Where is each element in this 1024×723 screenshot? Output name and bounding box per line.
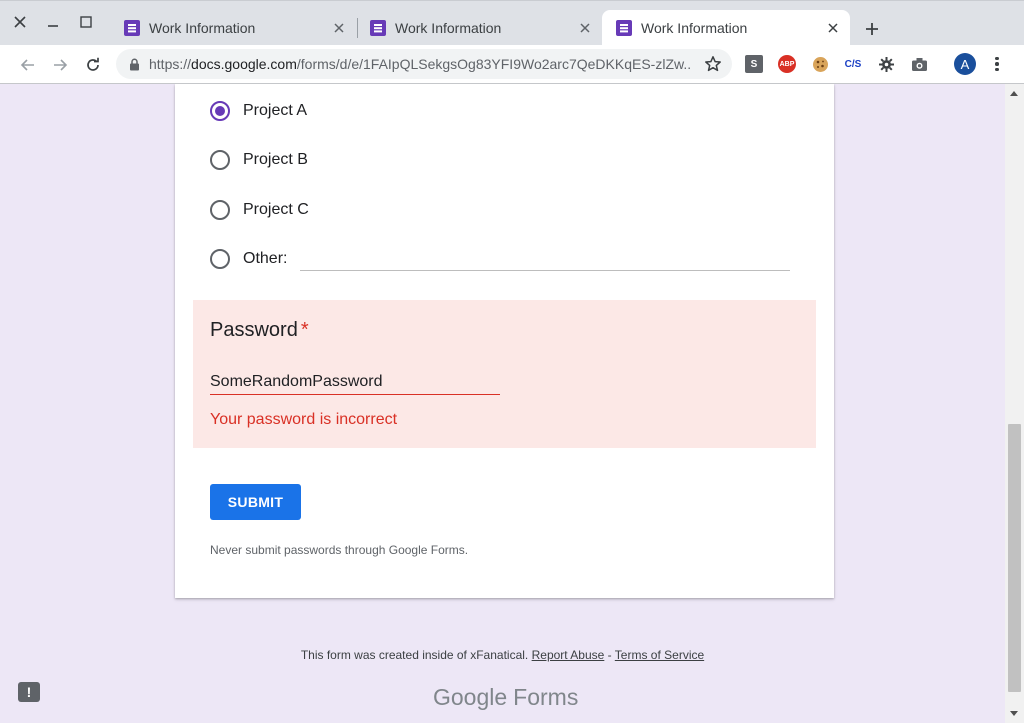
- option-label: Project B: [243, 151, 308, 168]
- password-warning: Never submit passwords through Google Fo…: [210, 543, 469, 557]
- submit-button[interactable]: SUBMIT: [210, 484, 301, 520]
- footer-text: This form was created inside of xFanatic…: [300, 648, 705, 662]
- gear-bug-icon[interactable]: [877, 55, 895, 73]
- url-text[interactable]: https://docs.google.com/forms/d/e/1FAIpQ…: [149, 56, 692, 72]
- option-project-c[interactable]: Project C: [210, 199, 309, 221]
- tab-strip: Work Information Work Information Work I…: [0, 0, 1024, 46]
- back-icon[interactable]: [16, 53, 40, 77]
- new-tab-icon[interactable]: [861, 18, 883, 40]
- required-asterisk: *: [300, 319, 309, 341]
- profile-avatar[interactable]: A: [954, 53, 976, 75]
- browser-toolbar: https://docs.google.com/forms/d/e/1FAIpQ…: [0, 45, 1024, 84]
- feedback-icon[interactable]: !: [18, 682, 40, 702]
- google-forms-icon: [124, 20, 140, 36]
- google-forms-logo[interactable]: Google Forms: [433, 684, 578, 711]
- question-title: Password *: [210, 319, 309, 341]
- tab-2[interactable]: Work Information: [356, 10, 602, 46]
- tab-title: Work Information: [395, 20, 502, 36]
- option-other[interactable]: Other:: [210, 248, 287, 270]
- password-input[interactable]: [210, 369, 500, 395]
- tab-close-icon[interactable]: [330, 19, 348, 37]
- radio[interactable]: [210, 249, 230, 269]
- bookmark-star-icon[interactable]: [704, 55, 722, 73]
- google-forms-icon: [370, 20, 386, 36]
- report-abuse-link[interactable]: Report Abuse: [532, 648, 605, 662]
- s-extension-icon[interactable]: S: [745, 55, 763, 73]
- forward-icon[interactable]: [48, 53, 72, 77]
- reload-icon[interactable]: [81, 53, 105, 77]
- google-forms-icon: [616, 20, 632, 36]
- password-question: Password* Your password is incorrect: [193, 300, 816, 448]
- maximize-window-icon[interactable]: [76, 12, 96, 32]
- css-js-icon[interactable]: C/S: [844, 55, 862, 73]
- terms-of-service-link[interactable]: Terms of Service: [615, 648, 704, 662]
- other-text-input[interactable]: [300, 270, 790, 271]
- option-label: Project C: [243, 201, 309, 218]
- camera-icon[interactable]: [910, 55, 928, 73]
- scroll-up-arrow-icon[interactable]: [1010, 91, 1018, 96]
- tab-title: Work Information: [149, 20, 256, 36]
- tab-close-icon[interactable]: [576, 19, 594, 37]
- lock-icon[interactable]: [127, 57, 141, 71]
- radio-checked[interactable]: [210, 101, 230, 121]
- option-label: Other:: [243, 250, 288, 267]
- cookie-icon[interactable]: [811, 55, 829, 73]
- address-bar[interactable]: https://docs.google.com/forms/d/e/1FAIpQ…: [116, 49, 732, 79]
- password-error-message: Your password is incorrect: [210, 411, 398, 428]
- form-card: Project A Project B Project C Other: Pas…: [175, 84, 834, 598]
- option-label: Project A: [243, 102, 308, 119]
- scroll-thumb[interactable]: [1008, 424, 1021, 692]
- scroll-down-arrow-icon[interactable]: [1010, 711, 1018, 716]
- option-project-b[interactable]: Project B: [210, 149, 308, 171]
- minimize-window-icon[interactable]: [43, 12, 63, 32]
- tab-1[interactable]: Work Information: [110, 10, 356, 46]
- tab-3-active[interactable]: Work Information: [602, 10, 850, 46]
- radio[interactable]: [210, 200, 230, 220]
- vertical-scrollbar[interactable]: [1005, 84, 1024, 723]
- option-project-a[interactable]: Project A: [210, 100, 307, 122]
- page-viewport: Project A Project B Project C Other: Pas…: [0, 84, 1005, 723]
- close-window-icon[interactable]: [10, 12, 30, 32]
- adblock-icon[interactable]: ABP: [778, 55, 796, 73]
- browser-menu-icon[interactable]: [988, 54, 1006, 74]
- tab-title: Work Information: [641, 20, 748, 36]
- radio[interactable]: [210, 150, 230, 170]
- tab-close-icon[interactable]: [824, 19, 842, 37]
